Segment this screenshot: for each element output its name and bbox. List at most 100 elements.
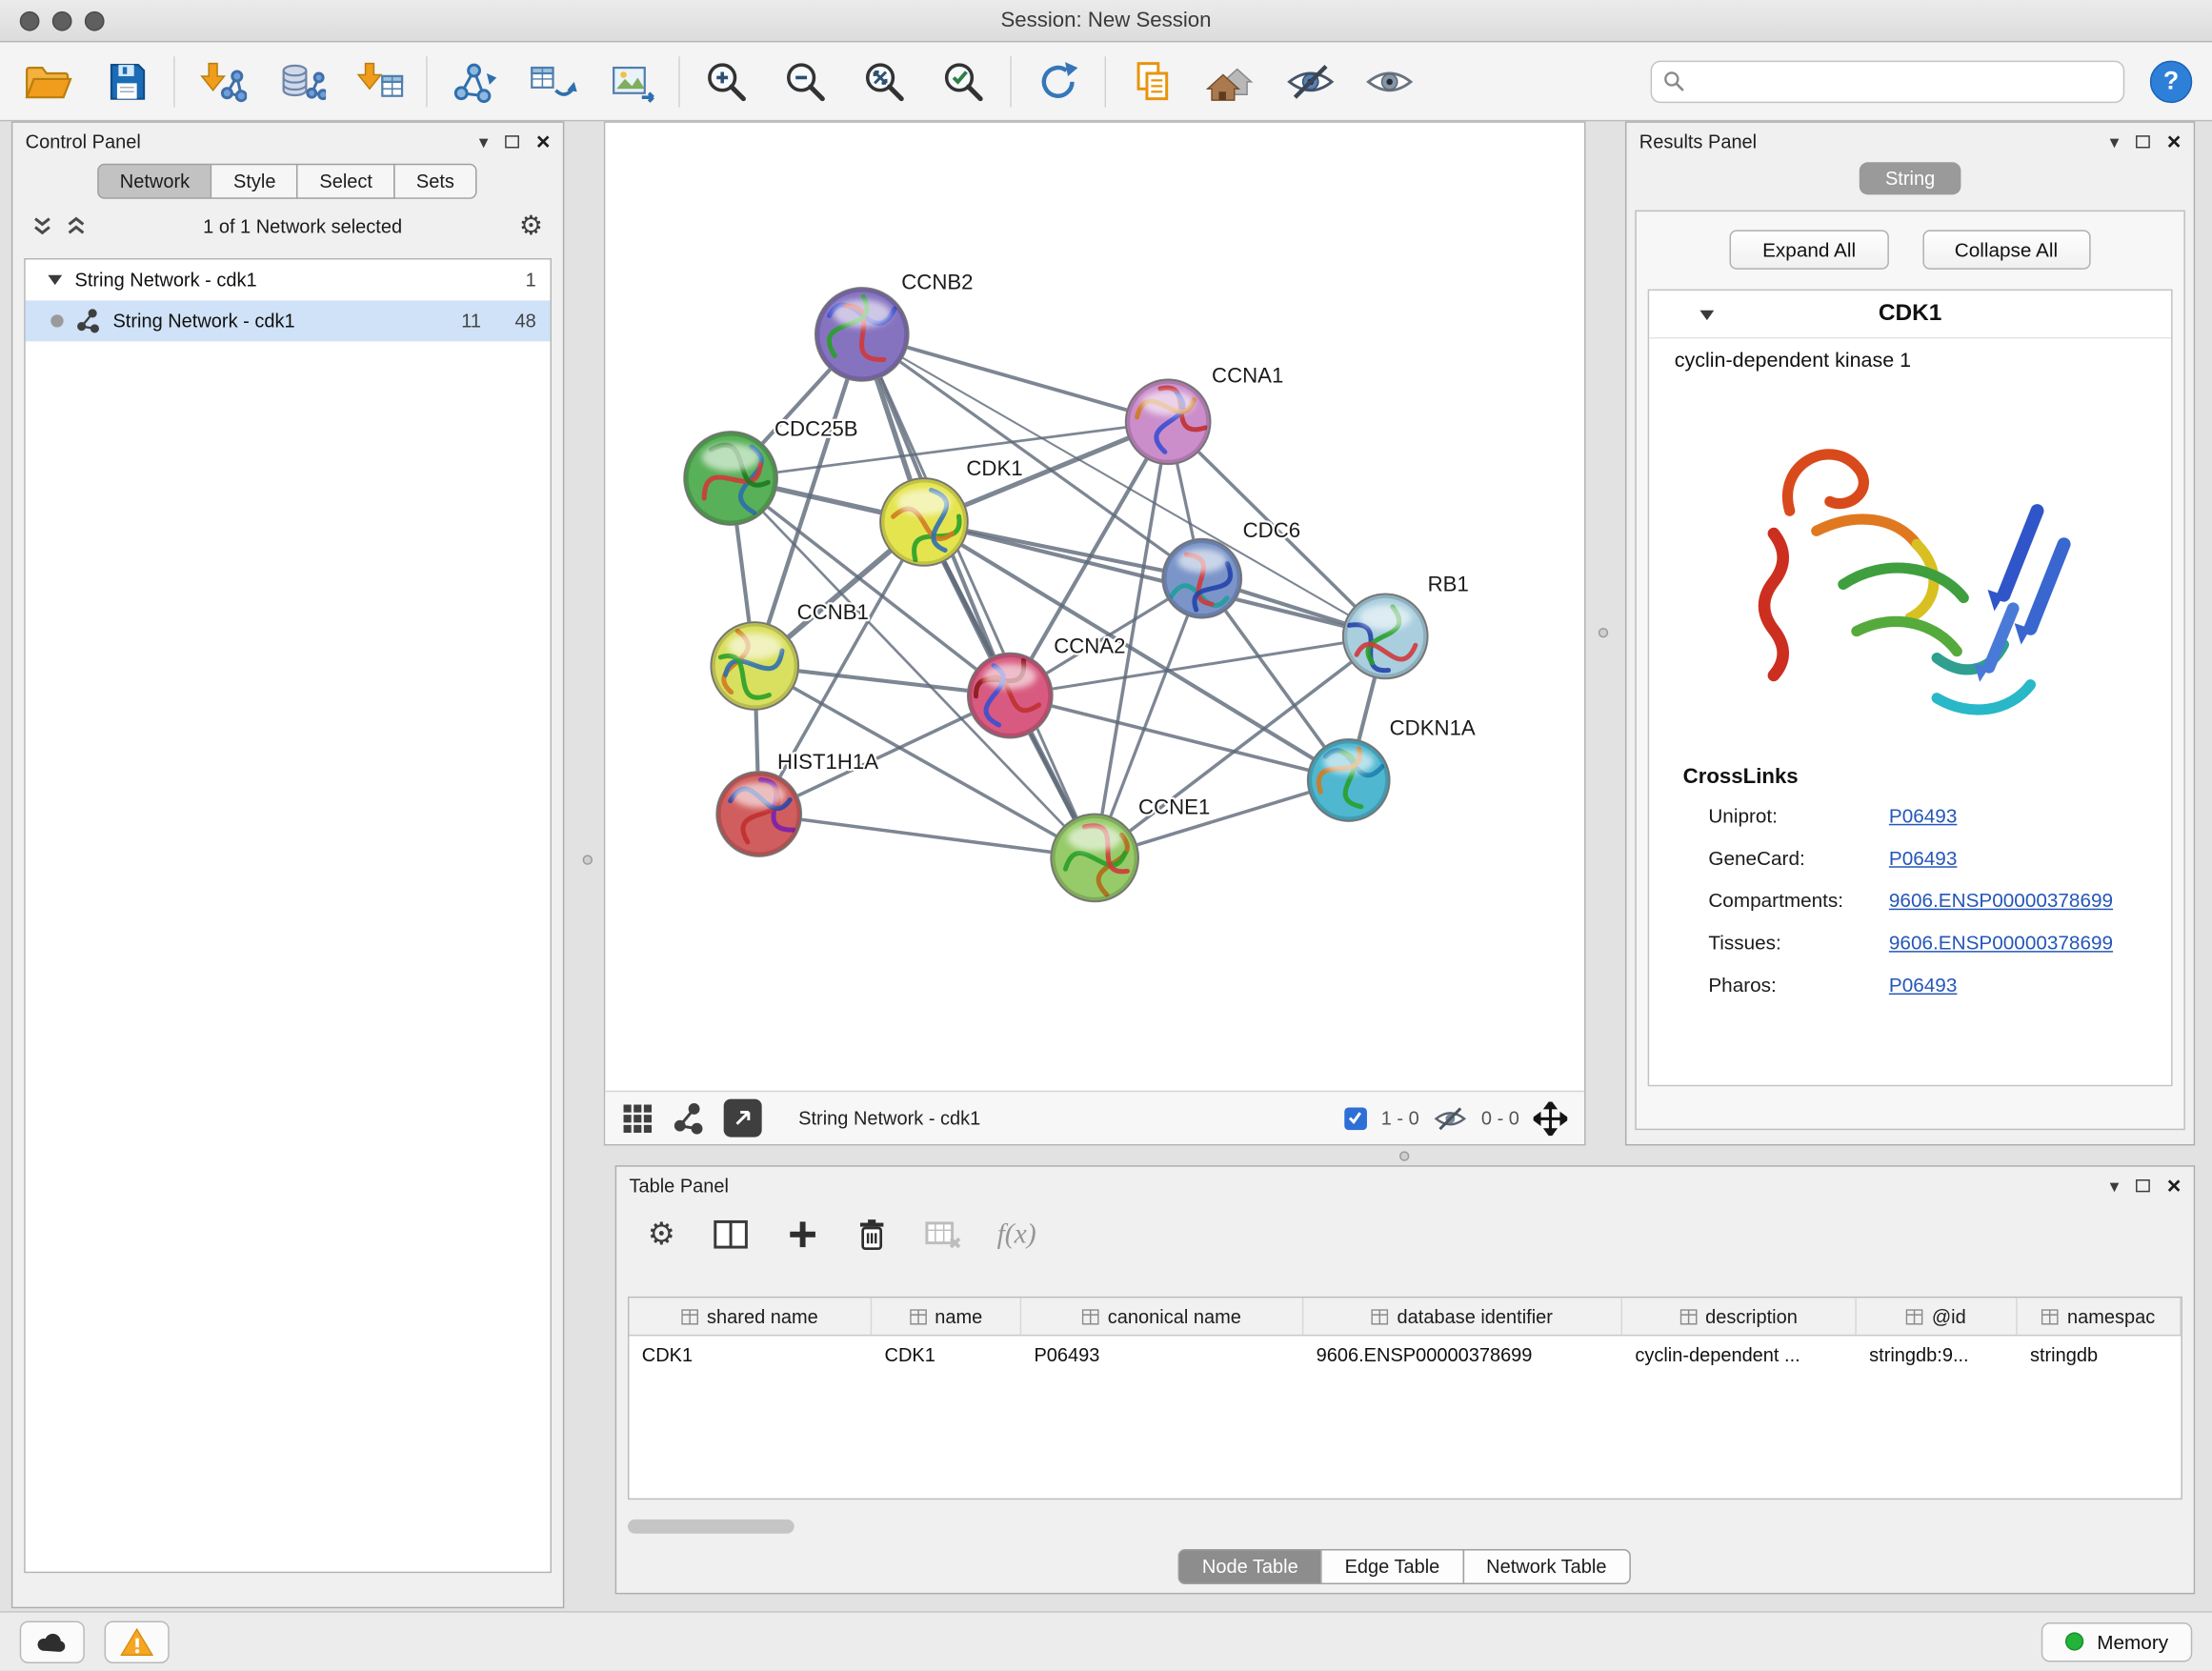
control-panel-close-icon[interactable]: ×	[536, 129, 551, 152]
zoom-out-button[interactable]	[777, 50, 834, 112]
detach-view-button[interactable]	[724, 1099, 762, 1137]
memory-button[interactable]: Memory	[2041, 1621, 2192, 1661]
selected-checkbox-icon[interactable]	[1344, 1107, 1367, 1130]
column-header[interactable]: namespac	[2018, 1298, 2182, 1335]
import-network-file-button[interactable]	[193, 50, 250, 112]
network-options-gear-icon[interactable]: ⚙	[519, 212, 543, 239]
minimize-window-button[interactable]	[52, 11, 72, 31]
cell-namespace[interactable]: stringdb	[2018, 1336, 2182, 1374]
table-panel-menu-icon[interactable]: ▾	[2110, 1176, 2120, 1194]
tab-network[interactable]: Network	[97, 164, 212, 199]
network-node-CCNB2[interactable]: CCNB2	[815, 271, 974, 381]
tab-string[interactable]: String	[1860, 162, 1961, 194]
cell-database-identifier[interactable]: 9606.ENSP00000378699	[1303, 1336, 1622, 1374]
network-node-CCNB1[interactable]: CCNB1	[711, 600, 869, 710]
network-node-HIST1H1A[interactable]: HIST1H1A	[716, 750, 878, 856]
function-builder-button[interactable]: f(x)	[997, 1218, 1036, 1251]
tab-style[interactable]: Style	[211, 164, 298, 199]
zoom-fit-button[interactable]	[856, 50, 913, 112]
column-header[interactable]: canonical name	[1021, 1298, 1303, 1335]
table-panel-float-icon[interactable]	[2136, 1178, 2150, 1191]
table-options-gear-icon[interactable]: ⚙	[648, 1218, 675, 1250]
show-columns-icon[interactable]	[712, 1218, 749, 1252]
zoom-in-button[interactable]	[698, 50, 754, 112]
network-edge[interactable]	[924, 522, 1385, 636]
results-panel-close-icon[interactable]: ×	[2167, 129, 2182, 152]
warnings-button[interactable]	[105, 1621, 170, 1662]
network-edge[interactable]	[862, 334, 1168, 422]
column-header[interactable]: name	[872, 1298, 1021, 1335]
network-node-CCNA1[interactable]: CCNA1	[1126, 363, 1284, 464]
collapse-all-icon[interactable]	[32, 216, 52, 236]
crosslink-uniprot-link[interactable]: P06493	[1889, 804, 1957, 827]
open-recent-document-button[interactable]	[1124, 50, 1180, 112]
panel-resize-handle[interactable]	[1399, 1151, 1409, 1160]
expand-all-icon[interactable]	[67, 216, 87, 236]
table-row[interactable]: CDK1 CDK1 P06493 9606.ENSP00000378699 cy…	[629, 1336, 2181, 1374]
help-button[interactable]: ?	[2150, 60, 2192, 102]
cell-canonical-name[interactable]: P06493	[1021, 1336, 1303, 1374]
network-node-CDK1[interactable]: CDK1	[880, 456, 1023, 566]
title-bar[interactable]: Session: New Session	[0, 0, 2212, 42]
horizontal-scrollbar[interactable]	[628, 1520, 2182, 1537]
crosslink-pharos-link[interactable]: P06493	[1889, 974, 1957, 997]
crosslink-compartments-link[interactable]: 9606.ENSP00000378699	[1889, 889, 2113, 912]
delete-column-icon[interactable]	[855, 1218, 887, 1252]
maximize-window-button[interactable]	[85, 11, 105, 31]
crosslink-genecard-link[interactable]: P06493	[1889, 847, 1957, 870]
open-session-button[interactable]	[20, 50, 76, 112]
network-merge-button[interactable]	[446, 50, 502, 112]
network-edge[interactable]	[862, 334, 1095, 857]
cell-description[interactable]: cyclin-dependent ...	[1622, 1336, 1857, 1374]
control-panel-float-icon[interactable]	[505, 134, 519, 147]
results-panel-menu-icon[interactable]: ▾	[2110, 131, 2120, 150]
network-share-icon[interactable]	[673, 1102, 704, 1134]
hidden-eye-slash-icon[interactable]	[1434, 1104, 1468, 1133]
cell-id[interactable]: stringdb:9...	[1857, 1336, 2018, 1374]
column-header[interactable]: database identifier	[1303, 1298, 1622, 1335]
network-edge[interactable]	[759, 814, 1095, 857]
tab-edge-table[interactable]: Edge Table	[1320, 1549, 1463, 1584]
collection-caret-icon[interactable]	[48, 275, 62, 285]
results-panel-float-icon[interactable]	[2136, 134, 2150, 147]
tab-network-table[interactable]: Network Table	[1462, 1549, 1631, 1584]
network-overview-button[interactable]	[1203, 50, 1259, 112]
cloud-status-button[interactable]	[20, 1621, 85, 1662]
save-session-button[interactable]	[99, 50, 155, 112]
network-row[interactable]: String Network - cdk1 11 48	[26, 300, 551, 341]
cell-shared-name[interactable]: CDK1	[629, 1336, 872, 1374]
collapse-all-button[interactable]: Collapse All	[1922, 230, 2090, 269]
hide-selected-button[interactable]	[1282, 50, 1338, 112]
network-node-RB1[interactable]: RB1	[1343, 572, 1469, 678]
control-panel-menu-icon[interactable]: ▾	[479, 131, 489, 150]
network-node-CDKN1A[interactable]: CDKN1A	[1308, 716, 1476, 821]
column-header[interactable]: description	[1622, 1298, 1857, 1335]
import-network-database-button[interactable]	[272, 50, 329, 112]
import-table-file-button[interactable]	[352, 50, 408, 112]
grid-view-icon[interactable]	[622, 1102, 654, 1134]
crosslink-tissues-link[interactable]: 9606.ENSP00000378699	[1889, 931, 2113, 954]
zoom-selected-button[interactable]	[935, 50, 992, 112]
panel-resize-handle[interactable]	[583, 855, 593, 864]
tab-node-table[interactable]: Node Table	[1178, 1549, 1322, 1584]
tab-select[interactable]: Select	[297, 164, 395, 199]
network-from-table-button[interactable]	[525, 50, 581, 112]
pan-crosshair-icon[interactable]	[1534, 1101, 1568, 1136]
show-all-button[interactable]	[1361, 50, 1418, 112]
entry-caret-icon[interactable]	[1699, 311, 1714, 320]
add-column-icon[interactable]	[785, 1218, 819, 1252]
close-window-button[interactable]	[20, 11, 40, 31]
cell-name[interactable]: CDK1	[872, 1336, 1021, 1374]
search-input[interactable]	[1693, 70, 2112, 92]
apply-layout-button[interactable]	[1030, 50, 1086, 112]
scrollbar-thumb[interactable]	[628, 1520, 794, 1534]
expand-all-button[interactable]: Expand All	[1730, 230, 1888, 269]
panel-resize-handle[interactable]	[1599, 628, 1608, 637]
tab-sets[interactable]: Sets	[393, 164, 476, 199]
network-canvas[interactable]: CCNB2CCNA1CDC25BCDK1CDC6RB1CCNB1CCNA2CDK…	[605, 123, 1584, 1091]
column-header[interactable]: shared name	[629, 1298, 872, 1335]
table-panel-close-icon[interactable]: ×	[2167, 1173, 2182, 1197]
export-image-button[interactable]	[604, 50, 660, 112]
column-header[interactable]: @id	[1857, 1298, 2018, 1335]
network-collection-row[interactable]: String Network - cdk1 1	[26, 259, 551, 300]
